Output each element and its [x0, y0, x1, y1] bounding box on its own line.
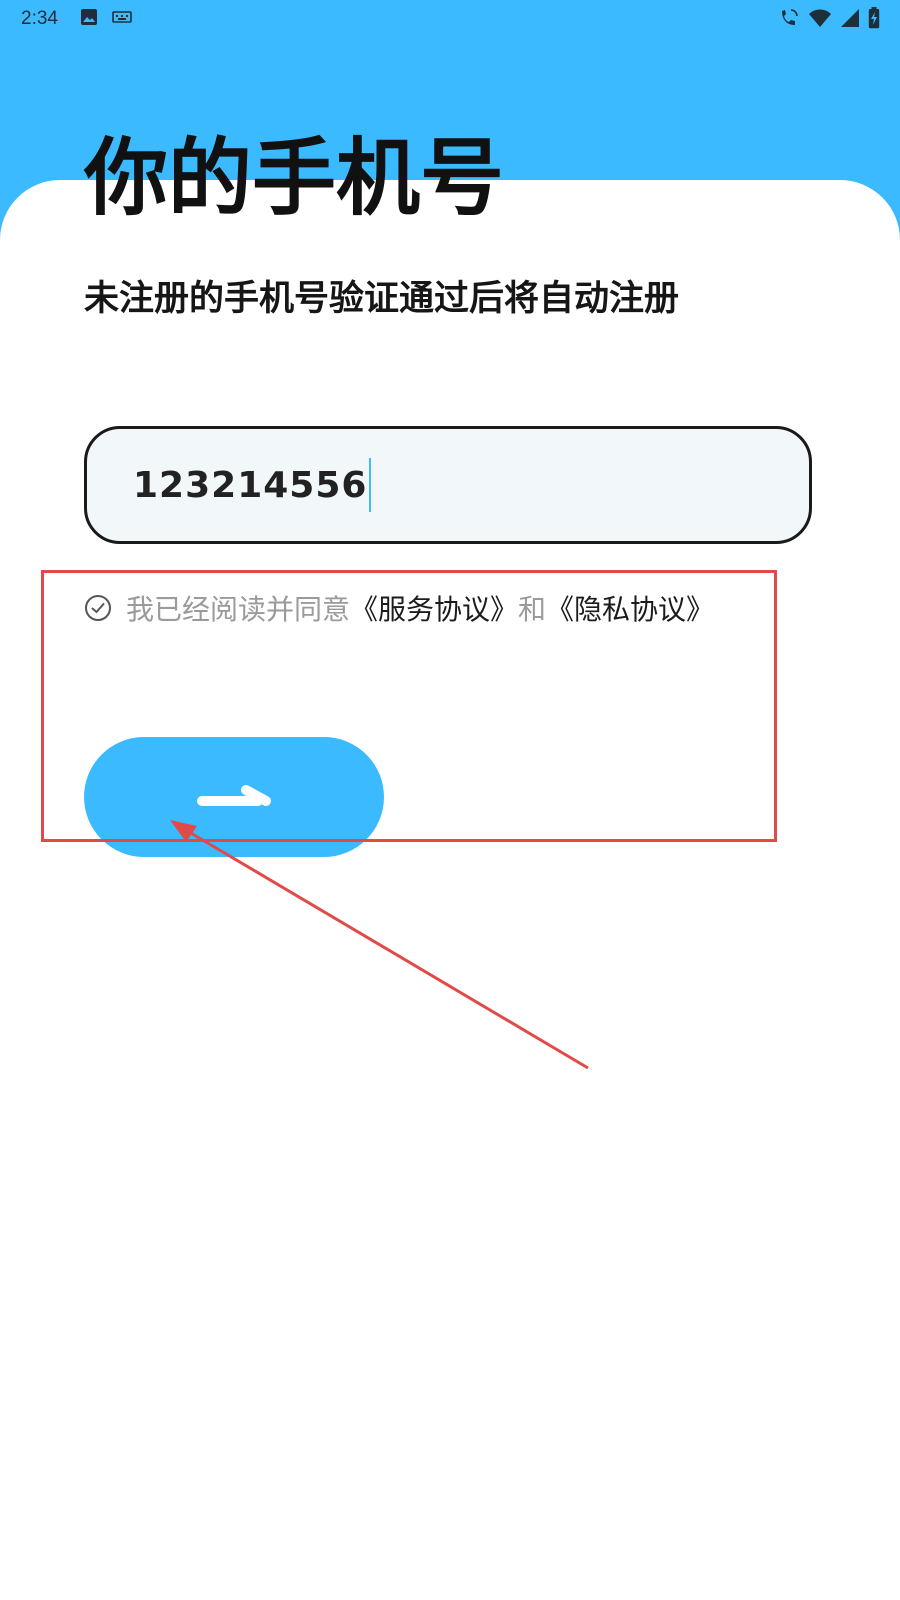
page-title: 你的手机号 — [84, 129, 505, 227]
arrow-right-icon — [197, 785, 271, 806]
agreement-conjunction: 和 — [518, 593, 547, 626]
battery-charging-icon — [868, 7, 880, 29]
privacy-agreement-link[interactable]: 《隐私协议》 — [546, 588, 714, 628]
status-bar: 2:34 — [0, 0, 900, 36]
agreement-row: 我已经阅读并同意 《服务协议》 和 《隐私协议》 — [84, 588, 714, 628]
phone-input-container[interactable]: 123214556 — [84, 426, 812, 544]
wifi-calling-icon — [782, 9, 798, 25]
status-left-icons — [80, 8, 132, 26]
agreement-prefix: 我已经阅读并同意 — [126, 593, 351, 626]
status-time: 2:34 — [21, 8, 58, 29]
keyboard-icon — [112, 11, 132, 23]
content-sheet — [0, 180, 900, 1600]
service-agreement-link[interactable]: 《服务协议》 — [350, 588, 518, 628]
phone-input[interactable]: 123214556 — [133, 465, 367, 506]
wifi-icon — [809, 9, 831, 27]
page-subtitle: 未注册的手机号验证通过后将自动注册 — [84, 279, 680, 319]
signal-icon — [841, 9, 859, 27]
text-cursor — [369, 458, 372, 512]
agreement-checkbox-icon[interactable] — [84, 594, 112, 622]
status-right-icons — [778, 7, 880, 29]
next-button[interactable] — [84, 737, 384, 857]
login-phone-screen: 2:34 你的手机号 未注册的手机号验证通过后将自动注册 123214556 我… — [0, 0, 900, 1600]
image-icon — [81, 9, 97, 25]
